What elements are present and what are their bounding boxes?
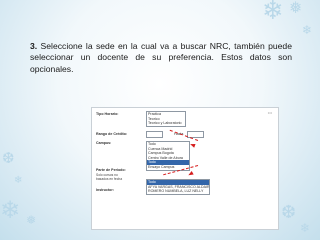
- instruction-text: 3. Seleccione la sede en la cual va a bu…: [30, 41, 292, 75]
- step-number: 3.: [30, 41, 38, 51]
- snowflake-icon: ❅: [289, 0, 303, 17]
- snowflake-icon: ❆: [281, 202, 297, 223]
- snowflake-icon: ❄: [302, 23, 313, 37]
- campus-label: Campus:: [96, 141, 112, 145]
- tipo-horario-list[interactable]: Practica Teorico Teorico y Laboratorio: [146, 111, 186, 127]
- arrowhead-icon: [187, 171, 194, 177]
- snowflake-icon: ❅: [26, 213, 37, 227]
- snowflake-icon: ❆: [2, 149, 15, 167]
- snowflake-icon: ❄: [300, 221, 311, 235]
- instructor-option[interactable]: ROMERO NUMBELA, LUZ NELLY: [147, 189, 209, 194]
- credito-desde-input[interactable]: [146, 131, 163, 138]
- parte-periodo-note: Solo cursos no basados en fecha: [96, 173, 123, 182]
- instructor-list[interactable]: Todo AFYA VARGAS, FRANCISCO ALDAIR ROMER…: [146, 179, 210, 195]
- embedded-form-screenshot: ••• Tipo Horario: Practica Teorico Teori…: [91, 107, 279, 230]
- parte-periodo-label: Parte de Periodo:: [96, 168, 126, 172]
- arrowhead-icon: [189, 142, 196, 148]
- snowflake-icon: ❄: [14, 175, 23, 186]
- dots-icon: •••: [267, 110, 272, 115]
- tipo-horario-label: Tipo Horario:: [96, 112, 119, 116]
- campus-list[interactable]: Todo Cuenca Madrid Campus Bogota Centro …: [146, 141, 190, 171]
- tipo-horario-option[interactable]: Teorico y Laboratorio: [147, 121, 185, 126]
- slide-background: ❄ ❅ ❄ ❆ ❄ ❄ ❅ ❆ ❄ ❅ 3. Seleccione la sed…: [0, 0, 320, 240]
- rango-credito-label: Rango de Crédito:: [96, 132, 128, 136]
- instructor-label: Instructor:: [96, 188, 114, 192]
- snowflake-icon: ❄: [262, 0, 284, 26]
- snowflake-icon: ❄: [0, 196, 21, 224]
- instruction-body: Seleccione la sede en la cual va a busca…: [30, 41, 292, 74]
